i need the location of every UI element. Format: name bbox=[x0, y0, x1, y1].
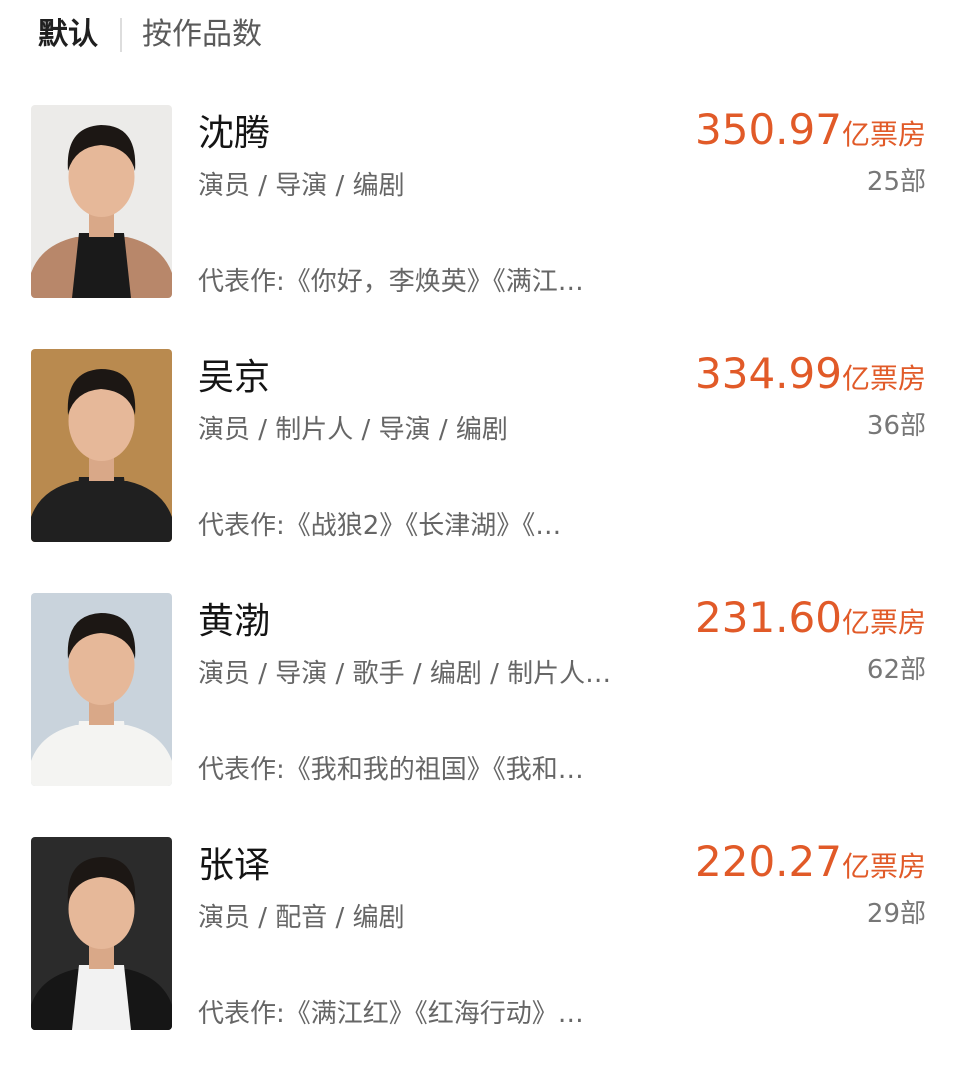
actor-roles: 演员 / 导演 / 编剧 bbox=[198, 171, 405, 201]
sort-tab-default[interactable]: 默认 bbox=[38, 12, 98, 58]
film-count: 29部 bbox=[866, 899, 926, 929]
actor-roles: 演员 / 配音 / 编剧 bbox=[198, 903, 405, 933]
actor-avatar bbox=[31, 593, 172, 786]
sort-divider bbox=[120, 18, 122, 52]
actor-roles: 演员 / 导演 / 歌手 / 编剧 / 制片人… bbox=[198, 659, 612, 689]
actor-row[interactable]: 沈腾 演员 / 导演 / 编剧 代表作:《你好，李焕英》《满江… 350.97亿… bbox=[0, 104, 960, 348]
box-office: 334.99亿票房 bbox=[695, 348, 926, 400]
actor-avatar bbox=[31, 105, 172, 298]
box-office: 350.97亿票房 bbox=[695, 104, 926, 156]
box-office: 220.27亿票房 bbox=[695, 836, 926, 888]
box-office-unit: 亿票房 bbox=[841, 362, 926, 395]
actor-list: 沈腾 演员 / 导演 / 编剧 代表作:《你好，李焕英》《满江… 350.97亿… bbox=[0, 104, 960, 1080]
actor-representative-works: 代表作:《战狼2》《长津湖》《… bbox=[198, 511, 562, 541]
actor-name: 黄渤 bbox=[198, 601, 271, 642]
actor-representative-works: 代表作:《满江红》《红海行动》… bbox=[198, 999, 584, 1029]
box-office-value: 231.60 bbox=[695, 593, 842, 642]
film-count: 25部 bbox=[866, 167, 926, 197]
box-office-unit: 亿票房 bbox=[841, 850, 926, 883]
actor-row[interactable]: 黄渤 演员 / 导演 / 歌手 / 编剧 / 制片人… 代表作:《我和我的祖国》… bbox=[0, 592, 960, 836]
sort-tab-by-works[interactable]: 按作品数 bbox=[142, 12, 262, 58]
actor-avatar bbox=[31, 349, 172, 542]
box-office: 231.60亿票房 bbox=[695, 592, 926, 644]
actor-avatar bbox=[31, 837, 172, 1030]
box-office-unit: 亿票房 bbox=[841, 118, 926, 151]
box-office-unit: 亿票房 bbox=[841, 606, 926, 639]
actor-representative-works: 代表作:《我和我的祖国》《我和… bbox=[198, 755, 584, 785]
film-count: 36部 bbox=[866, 411, 926, 441]
actor-roles: 演员 / 制片人 / 导演 / 编剧 bbox=[198, 415, 508, 445]
person-portrait-icon bbox=[31, 349, 172, 542]
actor-name: 吴京 bbox=[198, 357, 271, 398]
actor-name: 沈腾 bbox=[198, 113, 271, 154]
actor-name: 张译 bbox=[198, 845, 271, 886]
actor-row[interactable]: 张译 演员 / 配音 / 编剧 代表作:《满江红》《红海行动》… 220.27亿… bbox=[0, 836, 960, 1080]
actor-representative-works: 代表作:《你好，李焕英》《满江… bbox=[198, 267, 584, 297]
actor-row[interactable]: 吴京 演员 / 制片人 / 导演 / 编剧 代表作:《战狼2》《长津湖》《… 3… bbox=[0, 348, 960, 592]
box-office-value: 334.99 bbox=[695, 349, 842, 398]
sort-bar: 默认 按作品数 bbox=[38, 12, 262, 58]
box-office-value: 220.27 bbox=[695, 837, 842, 886]
person-portrait-icon bbox=[31, 105, 172, 298]
person-portrait-icon bbox=[31, 593, 172, 786]
person-portrait-icon bbox=[31, 837, 172, 1030]
film-count: 62部 bbox=[866, 655, 926, 685]
box-office-value: 350.97 bbox=[695, 105, 842, 154]
